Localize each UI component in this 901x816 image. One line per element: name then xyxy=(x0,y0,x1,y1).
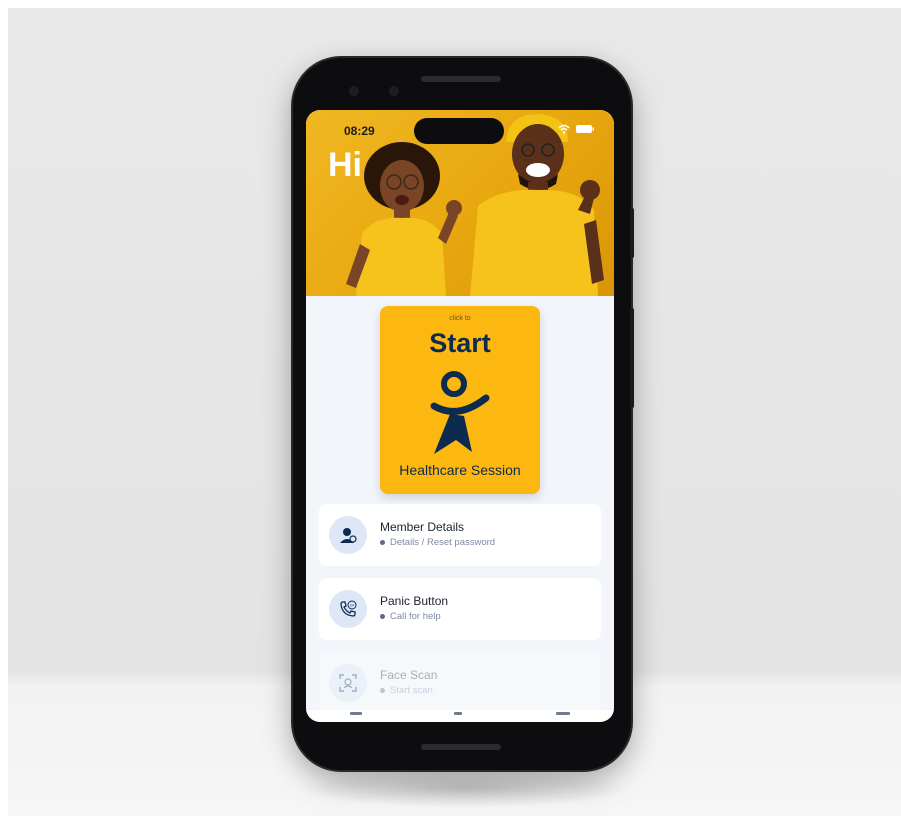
item-subtitle: Details / Reset password xyxy=(380,537,495,548)
greeting-text: Hi xyxy=(328,146,362,184)
start-subtitle: Healthcare Session xyxy=(399,462,521,478)
item-subtitle: Start scan xyxy=(380,685,433,696)
nav-menu-icon[interactable] xyxy=(556,712,570,715)
battery-icon xyxy=(576,124,594,133)
volume-button xyxy=(630,308,634,408)
item-title: Member Details xyxy=(380,520,465,534)
front-camera xyxy=(349,86,359,96)
member-icon xyxy=(329,516,367,554)
start-caption: click to xyxy=(449,315,471,322)
item-subtitle: Call for help xyxy=(380,611,441,622)
brand-person-icon xyxy=(430,371,490,454)
nav-people-icon[interactable] xyxy=(350,712,362,715)
bottom-nav xyxy=(306,710,614,722)
status-time: 08:29 xyxy=(344,124,375,138)
top-speaker xyxy=(421,76,501,82)
member-details-item[interactable]: Member Details Details / Reset password xyxy=(319,504,601,566)
camera-notch xyxy=(414,118,504,144)
status-icons xyxy=(558,124,594,134)
svg-text:24: 24 xyxy=(350,604,354,608)
nav-home-icon[interactable] xyxy=(454,712,462,715)
bottom-speaker xyxy=(421,744,501,750)
phone-24-icon: 24 xyxy=(329,590,367,628)
face-scan-item[interactable]: Face Scan Start scan xyxy=(319,652,601,714)
app-screen: 08:29 Hi click to Start Healthcare Sessi… xyxy=(306,110,614,722)
phone-shadow xyxy=(300,768,630,808)
front-sensor xyxy=(389,86,399,96)
hero-banner: 08:29 Hi xyxy=(306,110,614,296)
start-session-button[interactable]: click to Start Healthcare Session xyxy=(380,306,540,494)
panic-button-item[interactable]: 24 Panic Button Call for help xyxy=(319,578,601,640)
item-title: Panic Button xyxy=(380,594,449,608)
start-title: Start xyxy=(429,328,491,358)
face-scan-icon xyxy=(329,664,367,702)
item-title: Face Scan xyxy=(380,668,438,682)
power-button xyxy=(630,208,634,258)
wifi-icon xyxy=(558,124,570,134)
phone-frame: 08:29 Hi click to Start Healthcare Sessi… xyxy=(293,58,634,770)
